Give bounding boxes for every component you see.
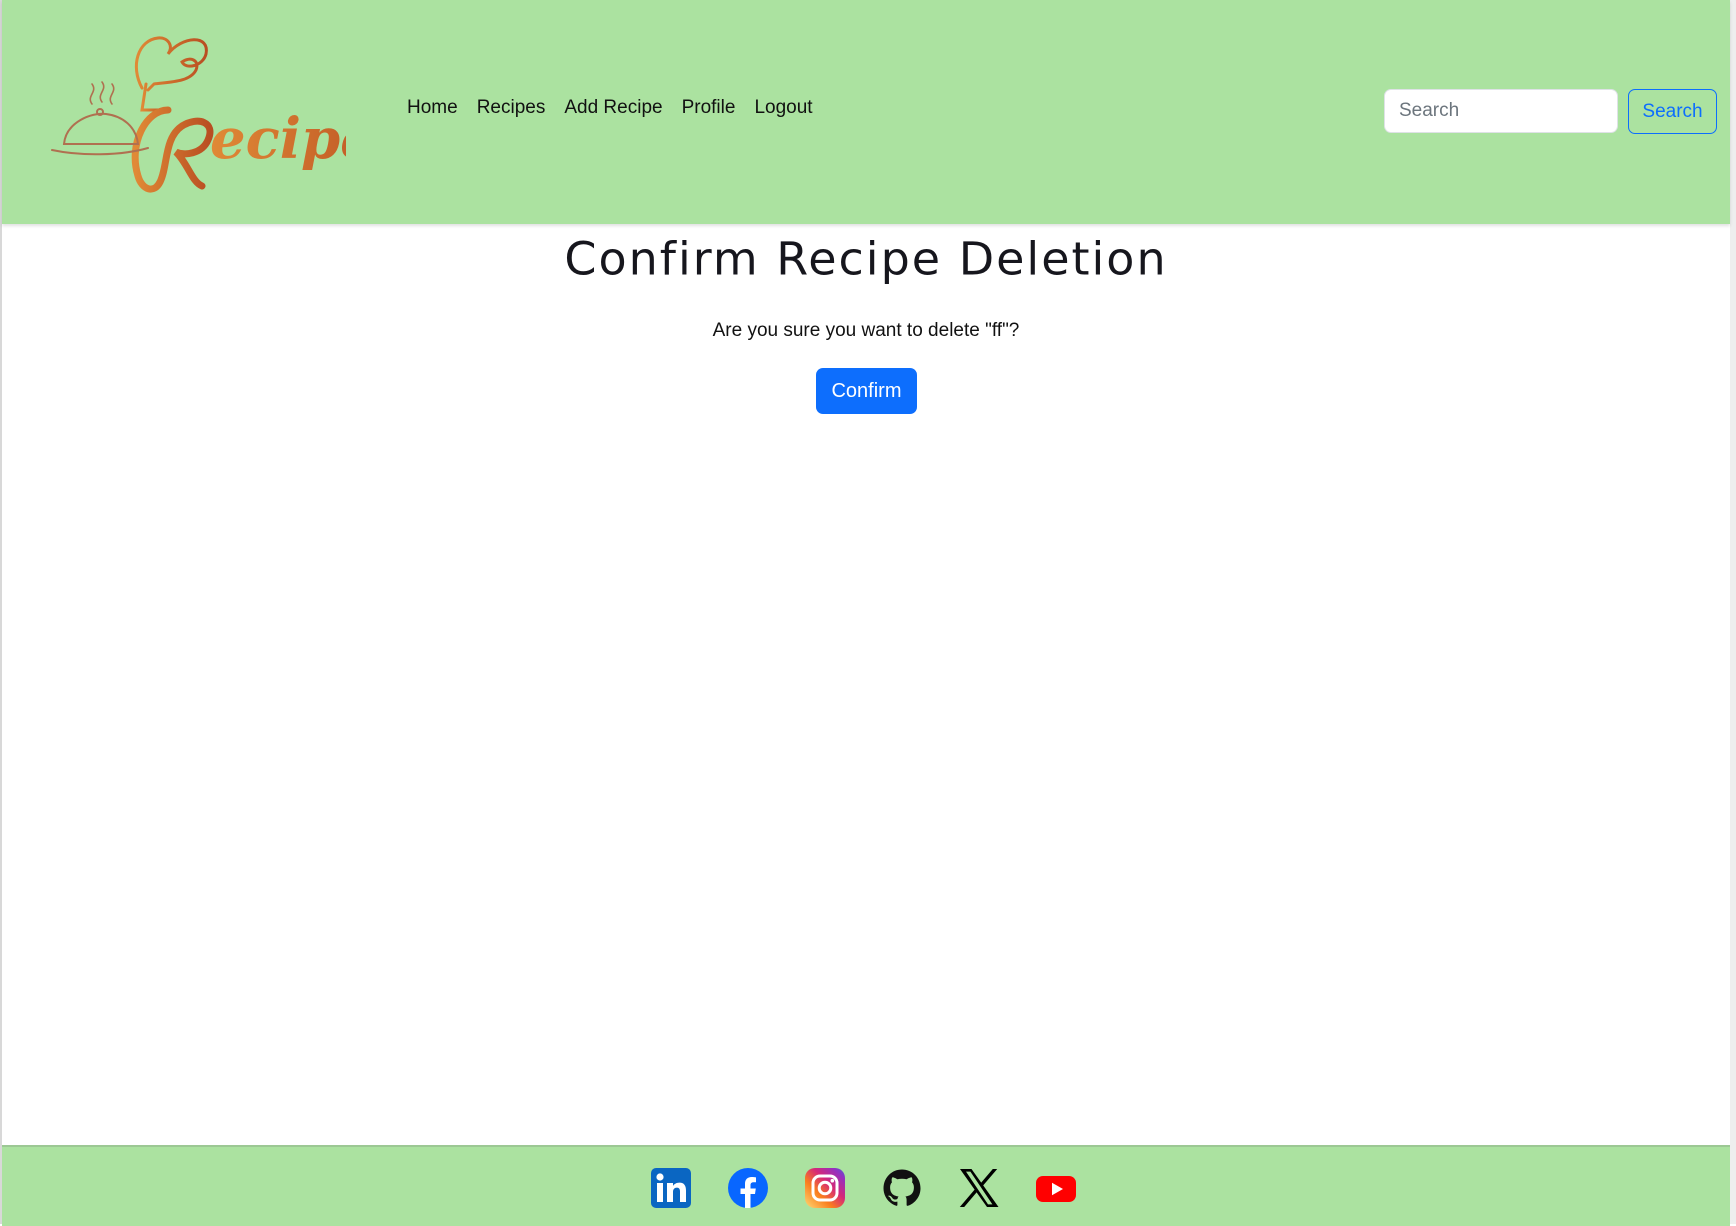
facebook-link[interactable] xyxy=(728,1168,768,1208)
confirm-delete-button[interactable]: Confirm xyxy=(816,368,917,414)
github-link[interactable] xyxy=(882,1168,922,1208)
page-title: Confirm Recipe Deletion xyxy=(564,232,1168,286)
search-input[interactable] xyxy=(1384,89,1618,133)
x-icon xyxy=(959,1169,999,1207)
nav-profile[interactable]: Profile xyxy=(682,97,736,119)
main-navigation: Home Recipes Add Recipe Profile Logout xyxy=(407,93,813,123)
instagram-link[interactable] xyxy=(805,1168,845,1208)
site-header: ecipes Home Recipes Add Recipe Profile L… xyxy=(2,0,1730,224)
linkedin-icon xyxy=(651,1168,691,1208)
instagram-icon xyxy=(805,1168,845,1208)
social-links xyxy=(651,1167,1076,1209)
youtube-link[interactable] xyxy=(1036,1168,1076,1208)
nav-recipes[interactable]: Recipes xyxy=(477,97,546,119)
facebook-icon xyxy=(728,1168,768,1208)
window-edge-right xyxy=(1730,0,1736,1224)
github-icon xyxy=(883,1169,921,1206)
recipes-logo-icon: ecipes xyxy=(51,36,346,193)
site-logo[interactable]: ecipes xyxy=(50,26,346,198)
site-footer xyxy=(2,1145,1730,1226)
nav-logout[interactable]: Logout xyxy=(754,97,812,119)
linkedin-link[interactable] xyxy=(651,1168,691,1208)
x-link[interactable] xyxy=(959,1168,999,1208)
logo-wordmark: ecipes xyxy=(210,106,346,172)
search-button[interactable]: Search xyxy=(1628,89,1717,134)
youtube-icon xyxy=(1036,1176,1076,1202)
nav-home[interactable]: Home xyxy=(407,97,458,119)
delete-confirmation-message: Are you sure you want to delete "ff"? xyxy=(712,320,1020,341)
nav-add-recipe[interactable]: Add Recipe xyxy=(564,97,662,119)
